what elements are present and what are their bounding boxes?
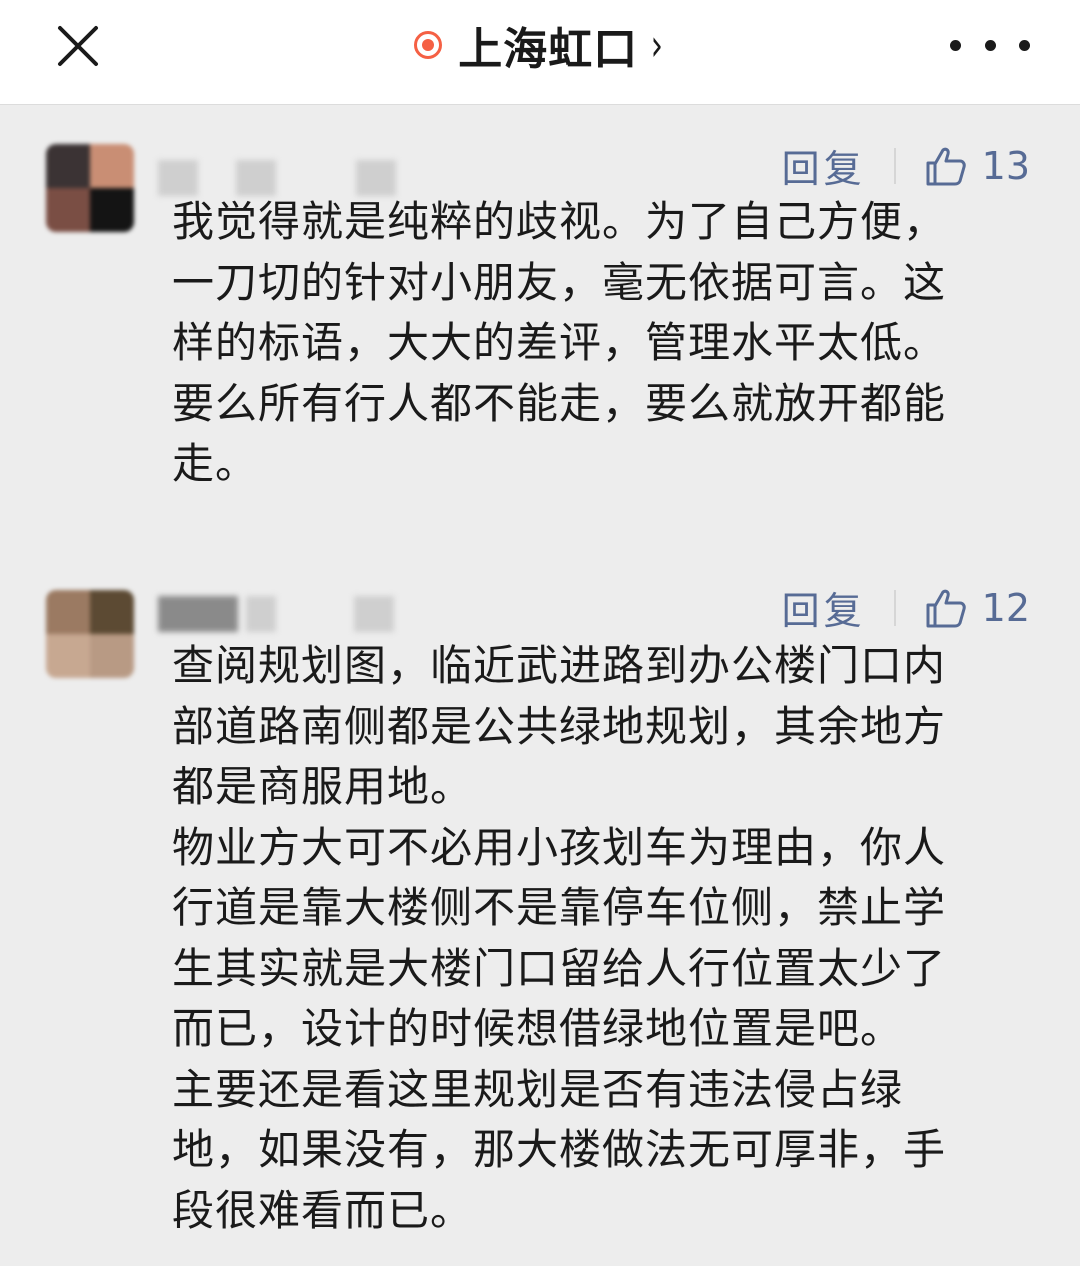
chevron-right-icon: › (650, 19, 664, 71)
avatar[interactable] (46, 590, 134, 678)
comment-actions: 回复 12 (782, 580, 1030, 635)
username-blurred[interactable] (158, 596, 398, 632)
divider (893, 589, 896, 626)
like-count: 13 (981, 143, 1030, 188)
page-title-area[interactable]: 上海虹口 › (0, 0, 1080, 90)
comment-actions: 回复 13 (782, 138, 1030, 193)
reply-button[interactable]: 回复 (782, 138, 866, 193)
thumbs-up-icon (926, 589, 966, 627)
comment-text: 查阅规划图，临近武进路到办公楼门口内 部道路南侧都是公共绿地规划，其余地方 都是… (172, 641, 947, 1235)
reply-button[interactable]: 回复 (782, 580, 866, 635)
like-count: 12 (981, 585, 1030, 630)
thumbs-up-icon (926, 147, 966, 185)
like-button[interactable]: 13 (924, 144, 1030, 188)
more-icon[interactable] (950, 30, 1030, 60)
comment-text: 我觉得就是纯粹的歧视。为了自己方便， 一刀切的针对小朋友，毫无依据可言。这 样的… (172, 197, 947, 488)
top-bar: 上海虹口 › (0, 0, 1080, 105)
page-title[interactable]: 上海虹口 (458, 13, 638, 77)
username-blurred[interactable] (158, 160, 398, 196)
live-dot-icon (414, 31, 443, 59)
divider (893, 147, 896, 184)
avatar[interactable] (46, 144, 134, 232)
like-button[interactable]: 12 (924, 586, 1030, 630)
